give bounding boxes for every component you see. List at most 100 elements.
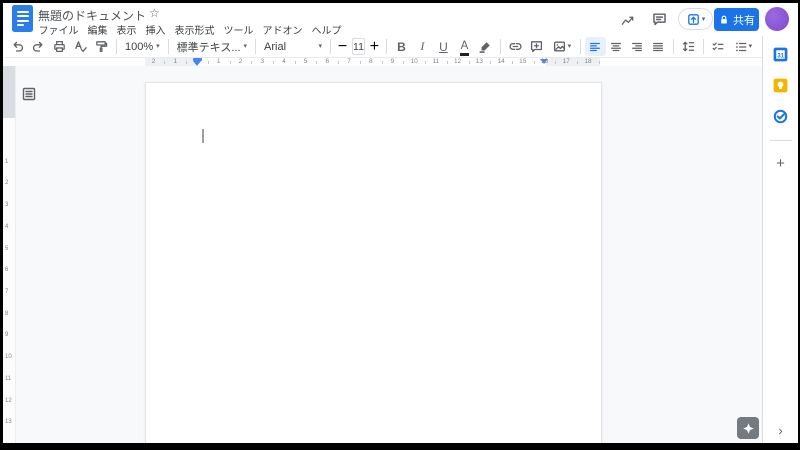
ruler-tick: [468, 61, 470, 64]
get-addons-button[interactable]: +: [776, 156, 785, 171]
chevron-down-icon: ▾: [243, 43, 248, 50]
ruler-tick: [164, 61, 166, 64]
paragraph-style-select[interactable]: 標準テキス... ▾: [173, 37, 251, 56]
present-button[interactable]: ▾: [678, 8, 713, 30]
ruler-number: 11: [5, 375, 12, 382]
ruler-number: 5: [303, 58, 308, 65]
ruler-number: 16: [540, 58, 549, 65]
ruler-number: 10: [410, 58, 418, 65]
google-calendar-icon[interactable]: 31: [772, 45, 790, 63]
ruler-number: 8: [5, 310, 9, 317]
present-icon: [687, 13, 699, 25]
bulleted-list-button[interactable]: ▾: [729, 37, 757, 56]
ruler-tick: [316, 61, 318, 64]
ruler-number: 6: [5, 267, 9, 274]
decrease-font-size-button[interactable]: −: [335, 37, 350, 56]
ruler-tick: [251, 61, 253, 64]
ruler-number: 4: [5, 223, 9, 230]
ruler-number: 14: [497, 58, 505, 65]
checklist-button[interactable]: [708, 37, 729, 56]
ruler-number: 6: [325, 58, 330, 65]
google-tasks-icon[interactable]: [772, 107, 790, 125]
chevron-down-icon: ▾: [156, 43, 160, 50]
star-icon[interactable]: ☆: [149, 6, 160, 20]
docs-logo-icon[interactable]: [12, 5, 33, 32]
show-outline-button[interactable]: [20, 85, 38, 103]
vertical-ruler-margin: [3, 66, 15, 118]
explore-button[interactable]: [737, 417, 759, 439]
text-color-button[interactable]: A: [454, 37, 475, 56]
undo-button[interactable]: [7, 37, 28, 56]
ruler-tick: [425, 61, 427, 64]
spellcheck-button[interactable]: [70, 37, 91, 56]
zoom-select[interactable]: 100% ▾: [121, 37, 164, 56]
share-button[interactable]: 共有: [714, 8, 759, 31]
add-comment-button[interactable]: [526, 37, 547, 56]
paint-format-button[interactable]: [91, 37, 112, 56]
account-avatar[interactable]: [765, 7, 789, 31]
print-button[interactable]: [49, 37, 70, 56]
underline-button[interactable]: U: [433, 37, 454, 56]
toolbar-divider: [330, 39, 332, 54]
activity-history-icon[interactable]: [618, 12, 637, 28]
ruler-number: 18: [584, 58, 592, 65]
ruler-tick: [403, 61, 405, 64]
ruler-number: 13: [475, 58, 483, 65]
ruler-number: 3: [260, 58, 264, 65]
ruler-number: 1: [5, 158, 9, 165]
ruler-number: 9: [5, 332, 9, 339]
chevron-down-icon: ▾: [567, 43, 572, 50]
ruler-tick: [598, 61, 600, 64]
font-select[interactable]: Arial ▾: [260, 37, 326, 56]
ruler-tick: [555, 61, 557, 64]
ruler-number: 3: [5, 202, 9, 209]
horizontal-ruler: 2 1 1 2 3 4 5 6 7 8 9 10 11 12 13 14 15 16 17 18: [3, 58, 762, 66]
chevron-down-icon: ▾: [748, 43, 753, 50]
ruler-margin-zone: [546, 58, 600, 66]
insert-image-button[interactable]: ▾: [547, 37, 576, 56]
align-right-button[interactable]: [627, 37, 648, 56]
ruler-number: 7: [5, 289, 9, 296]
ruler-number: 10: [5, 354, 12, 361]
ruler-number: 7: [347, 58, 351, 65]
align-justify-button[interactable]: [648, 37, 669, 56]
ruler-number: 2: [5, 180, 9, 187]
ruler-tick: [186, 61, 188, 64]
toolbar-divider: [702, 39, 704, 54]
ruler-tick: [207, 61, 209, 64]
ruler-number: 12: [454, 58, 462, 65]
highlight-color-button[interactable]: [475, 37, 496, 56]
toolbar-divider: [167, 39, 169, 54]
ruler-number: 9: [390, 58, 395, 65]
comments-icon[interactable]: [650, 10, 669, 29]
ruler-number: 4: [282, 58, 286, 65]
font-size-field[interactable]: 11: [352, 38, 365, 55]
side-panel: 31 + ›: [762, 36, 798, 443]
ruler-tick: [511, 61, 513, 64]
ruler-number: 2: [151, 58, 156, 65]
ruler-number: 17: [562, 58, 570, 65]
toolbar-divider: [255, 39, 257, 54]
line-spacing-button[interactable]: [678, 37, 699, 56]
ruler-number: 11: [432, 58, 440, 65]
document-page[interactable]: [145, 82, 602, 443]
ruler-number: 8: [368, 58, 373, 65]
google-keep-icon[interactable]: [772, 76, 790, 94]
ruler-tick: [446, 61, 448, 64]
text-cursor: [202, 129, 204, 143]
increase-font-size-button[interactable]: +: [367, 37, 382, 56]
insert-link-button[interactable]: [505, 37, 526, 56]
document-canvas: 1 2 3 4 5 6 7 8 9 10 11 12 13: [3, 66, 762, 443]
hide-side-panel-button[interactable]: ›: [763, 423, 798, 438]
toolbar-divider: [499, 39, 501, 54]
redo-button[interactable]: [28, 37, 49, 56]
align-left-button[interactable]: [584, 37, 606, 56]
italic-button[interactable]: I: [412, 37, 433, 56]
ruler-number: 12: [5, 397, 12, 404]
side-panel-divider: [769, 140, 792, 141]
left-indent-marker[interactable]: [193, 60, 201, 66]
align-center-button[interactable]: [606, 37, 627, 56]
ruler-number: 13: [5, 419, 12, 426]
bold-button[interactable]: B: [391, 37, 412, 56]
ruler-number: 1: [173, 58, 178, 65]
